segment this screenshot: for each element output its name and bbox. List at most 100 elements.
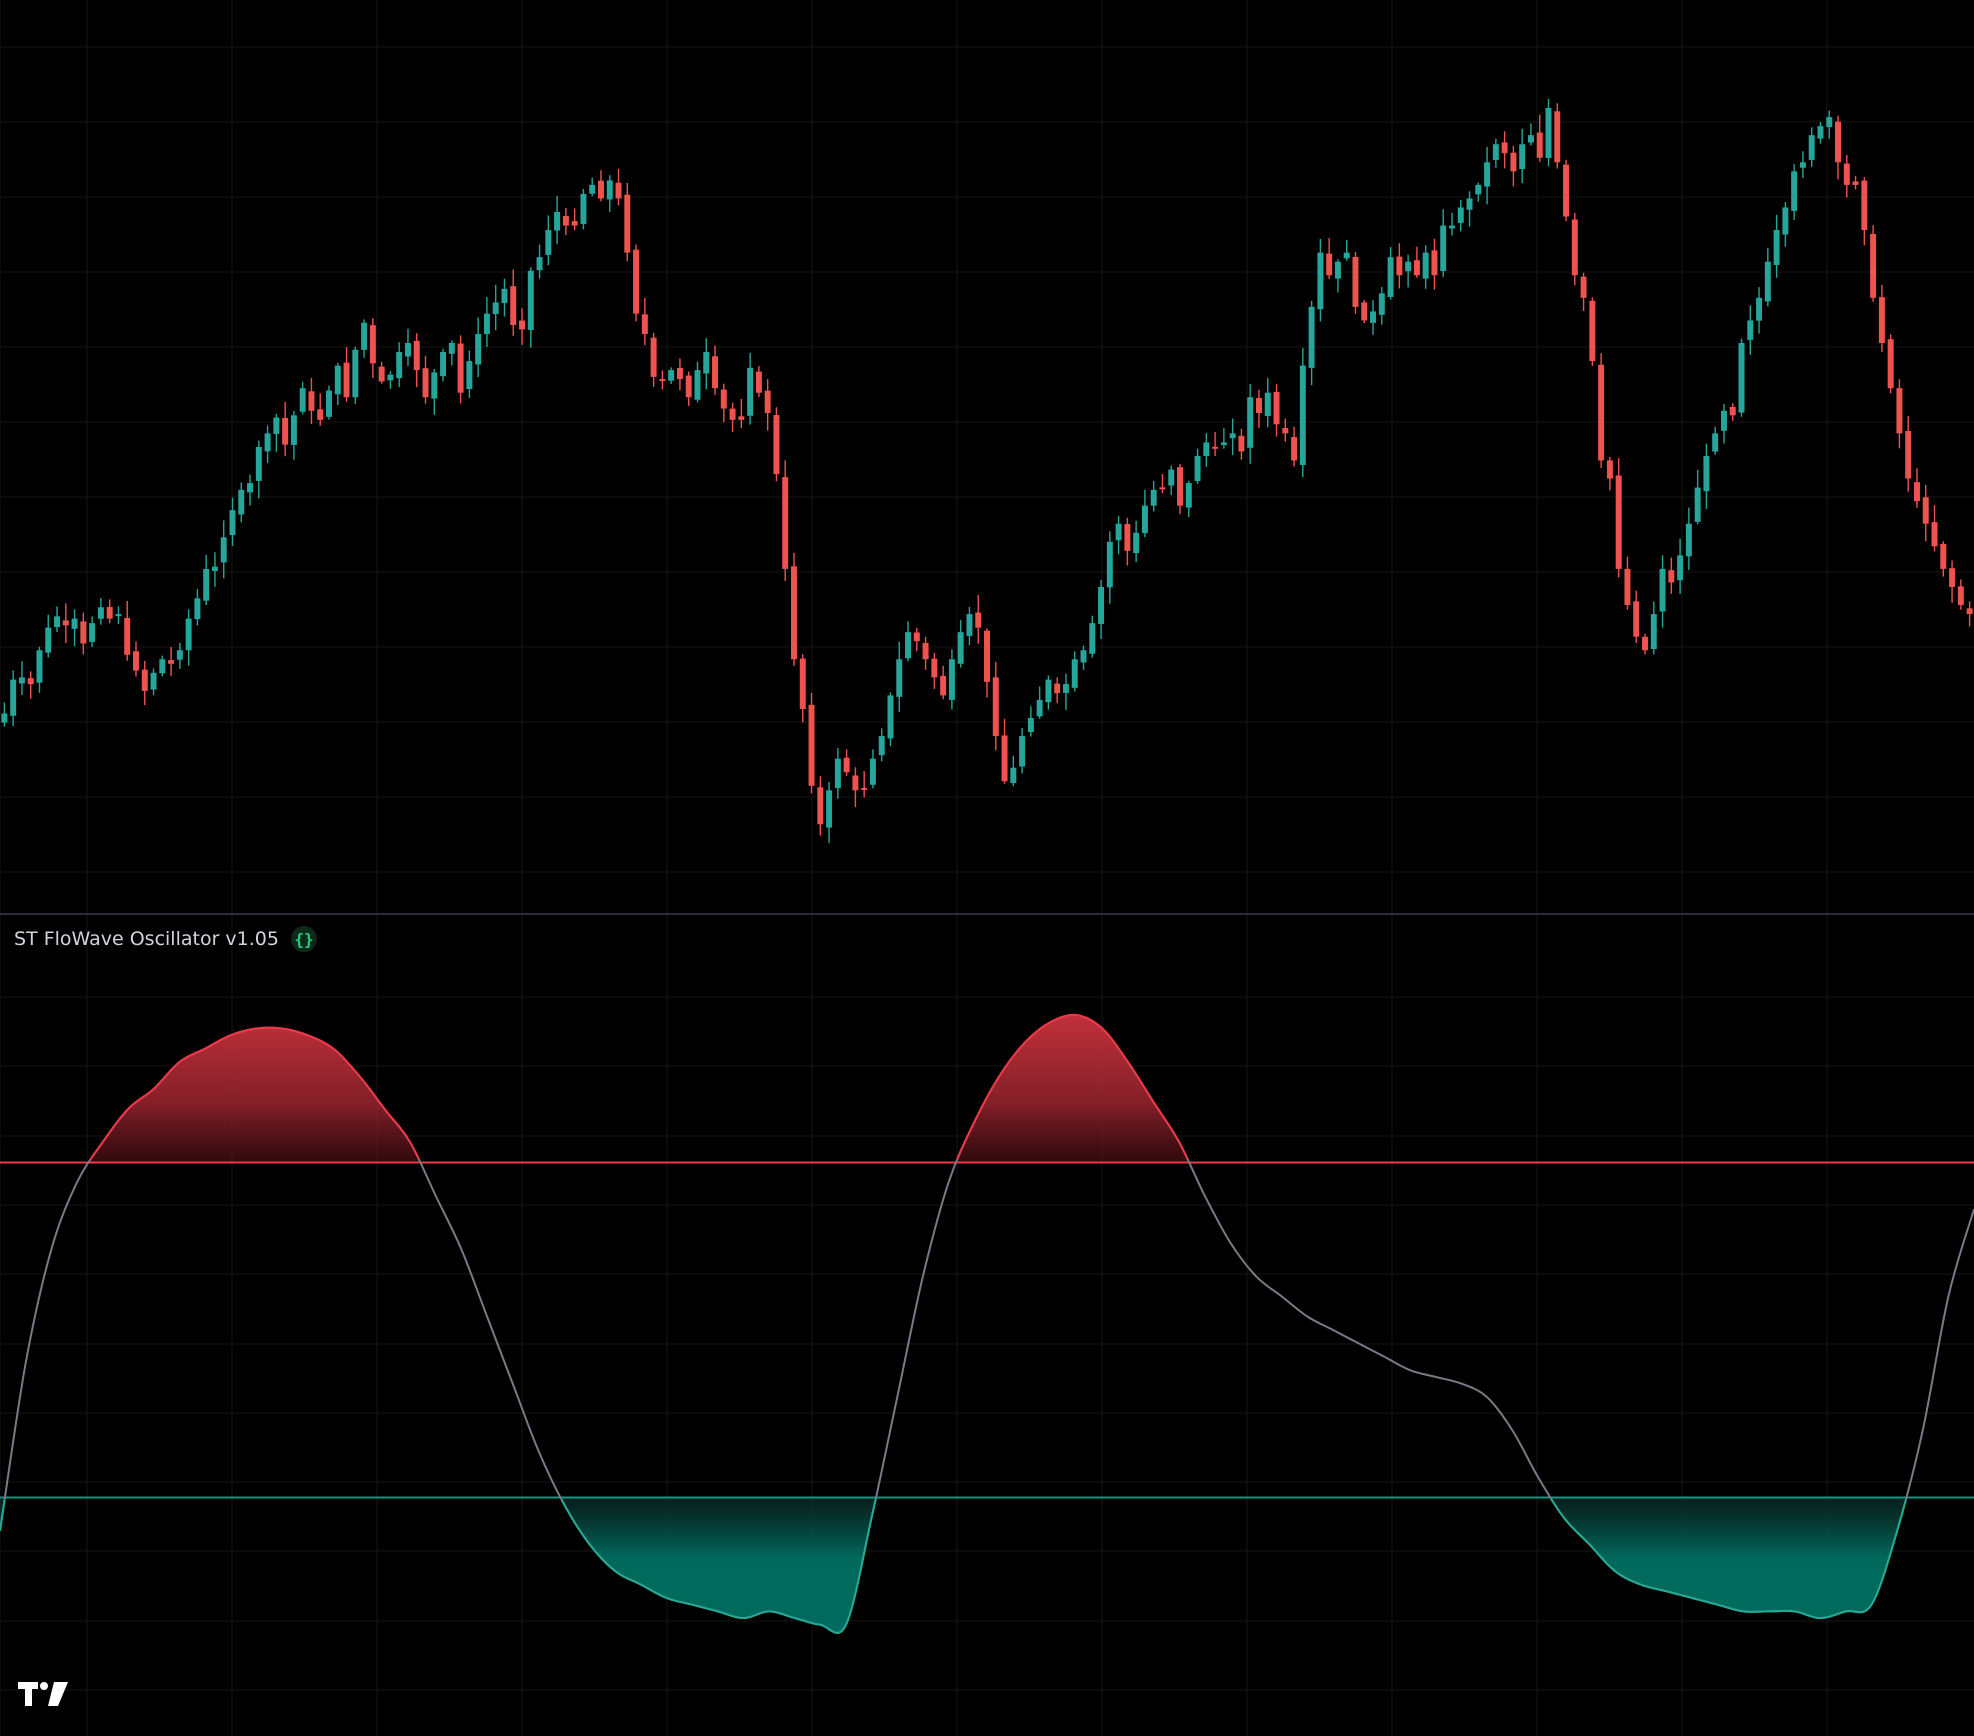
candle-body [387,374,394,381]
candle-body [808,704,815,786]
chart-area[interactable]: ST FloWave Oscillator v1.05 {} [0,0,1974,1736]
candle [317,393,324,426]
candle-body [1089,623,1096,654]
candle-body [1177,467,1183,506]
candle-body [27,678,34,685]
candle-body [1422,252,1429,279]
candle-body [834,758,841,789]
candle [913,627,920,652]
candle [10,670,17,727]
candle-body [1317,252,1324,310]
candle [869,749,876,789]
tradingview-logo-icon[interactable] [18,1680,70,1708]
candle [703,338,710,390]
candle [747,352,754,425]
candle [1773,214,1780,278]
indicator-legend[interactable]: ST FloWave Oscillator v1.05 {} [14,926,317,952]
candle [1764,247,1771,307]
candle [1440,209,1447,277]
candle-body [826,790,833,828]
candle-body [1826,117,1833,128]
candle-body [1589,300,1596,362]
candle [738,399,745,429]
candle [1449,212,1455,236]
indicator-title[interactable]: ST FloWave Oscillator v1.05 [14,928,279,950]
candle-body [369,325,376,364]
candle [519,308,525,345]
candle [1659,555,1666,628]
candle-body [247,483,254,493]
candle [1685,507,1692,571]
oversold-fill [0,1497,1908,1633]
candle-body [1431,250,1438,276]
candle [326,385,332,420]
candle [1378,287,1385,325]
candle [1922,484,1929,542]
candle-body [861,788,868,791]
candle-body [1229,433,1236,439]
candle-body [229,510,236,536]
candle-body [1747,320,1754,340]
candle [1370,300,1377,335]
candle [211,552,218,587]
candle [466,350,473,398]
candle [1019,727,1026,774]
candle [720,383,727,423]
candle-body [1536,132,1543,158]
candle-body [1501,142,1508,154]
candle-body [194,598,201,620]
candle-body [1238,435,1245,452]
candle [299,381,306,415]
candle-body [738,416,745,420]
candle-body [720,389,727,409]
price-candles[interactable] [1,98,1973,843]
candle-body [1396,256,1403,276]
candle [1273,384,1280,437]
candle [1642,633,1648,655]
code-braces-icon[interactable]: {} [290,926,317,952]
candle-body [1650,614,1657,650]
candle-body [492,302,499,315]
candle [948,649,955,710]
candle-body [1326,253,1333,276]
candle-body [1782,207,1789,235]
candle-body [1185,483,1192,508]
candle-body [80,621,87,644]
candle-body [1019,736,1026,767]
candle [1115,515,1122,555]
candle [273,413,280,452]
candle [1045,675,1052,710]
candle [1220,428,1227,449]
candle-body [440,352,447,377]
candle-body [1036,699,1043,717]
chart-canvas[interactable] [0,0,1974,1736]
candle [1957,579,1964,610]
candle [194,589,201,626]
candle-body [536,257,543,271]
candle-body [922,642,929,660]
candle-body [1615,475,1622,569]
candle [1720,404,1727,444]
candle-body [641,314,648,334]
candle-body [1475,184,1482,195]
candle [36,646,43,693]
candle [1852,175,1859,190]
candle-body [45,627,52,653]
candle-body [334,365,341,395]
candle [220,520,227,579]
candle [536,244,543,279]
candle [1168,465,1175,495]
candle [641,297,648,346]
candle [115,606,122,624]
candle-body [817,787,824,825]
candle [440,348,447,382]
candle-body [676,367,683,380]
candle [255,440,262,499]
candle-body [1852,181,1859,185]
candle [361,319,368,358]
candle-body [1571,219,1578,276]
candle-body [185,618,192,651]
candle-body [1598,364,1605,461]
candle-body [1492,144,1499,160]
candle [71,609,78,647]
